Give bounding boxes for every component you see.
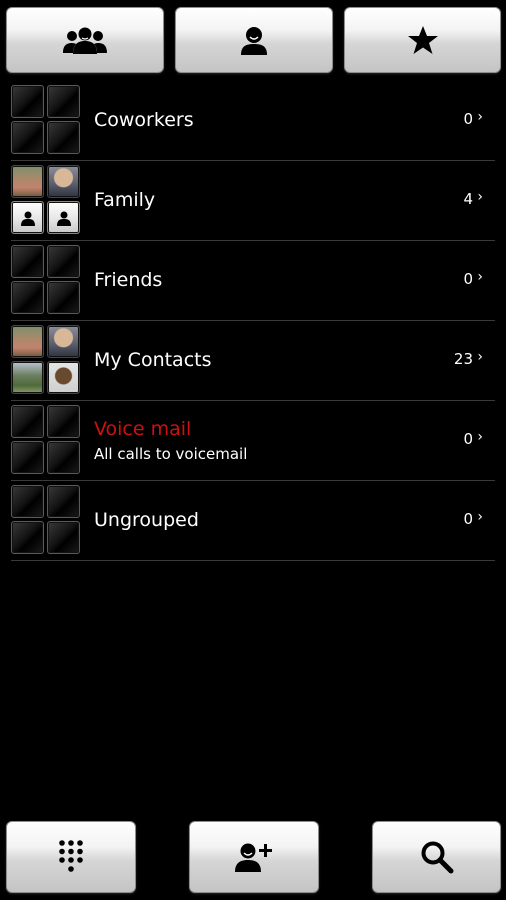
contact-photo [11,165,44,198]
group-count: 0 [463,270,473,288]
search-icon [421,841,453,874]
search-button[interactable] [372,821,501,893]
chevron-right-icon: › [477,509,483,525]
group-thumbnail [11,245,81,315]
group-name: My Contacts [94,349,212,371]
group-name: Family [94,189,156,211]
group-row-ungrouped[interactable]: Ungrouped 0 › [11,481,495,561]
dialpad-icon [59,840,83,872]
group-thumbnail [11,485,81,555]
top-tab-bar [0,0,506,80]
contact-photo [47,325,80,358]
contact-icon [241,27,267,55]
group-count: 23 [453,350,473,368]
group-count: 0 [463,110,473,128]
contact-photo [47,165,80,198]
groups-icon [63,27,107,54]
chevron-right-icon: › [477,429,483,445]
person-placeholder-icon [11,201,44,234]
group-row-voice-mail[interactable]: Voice mail All calls to voicemail 0 › [11,401,495,481]
group-count: 4 [463,190,473,208]
add-contact-icon [235,843,272,872]
contact-photo [47,361,80,394]
chevron-right-icon: › [477,189,483,205]
contact-photo [11,325,44,358]
group-row-friends[interactable]: Friends 0 › [11,241,495,321]
contacts-tab[interactable] [175,7,333,73]
group-name: Friends [94,269,163,291]
add-contact-button[interactable] [189,821,319,893]
star-icon [407,26,438,54]
group-count: 0 [463,510,473,528]
chevron-right-icon: › [477,349,483,365]
contact-photo [11,361,44,394]
dialpad-button[interactable] [6,821,136,893]
group-subtitle: All calls to voicemail [94,445,248,463]
favorites-tab[interactable] [344,7,501,73]
group-row-family[interactable]: Family 4 › [11,161,495,241]
person-placeholder-icon [47,201,80,234]
groups-tab[interactable] [6,7,164,73]
group-row-my-contacts[interactable]: My Contacts 23 › [11,321,495,401]
group-list: Coworkers 0 › Family 4 › Friends 0 › My … [0,81,506,561]
group-name: Ungrouped [94,509,199,531]
group-count: 0 [463,430,473,448]
group-name: Coworkers [94,109,194,131]
group-thumbnail [11,85,81,155]
group-thumbnail [11,325,81,395]
bottom-action-bar [0,814,506,900]
chevron-right-icon: › [477,269,483,285]
group-name: Voice mail [94,418,192,440]
group-row-coworkers[interactable]: Coworkers 0 › [11,81,495,161]
chevron-right-icon: › [477,109,483,125]
group-thumbnail [11,165,81,235]
group-thumbnail [11,405,81,475]
